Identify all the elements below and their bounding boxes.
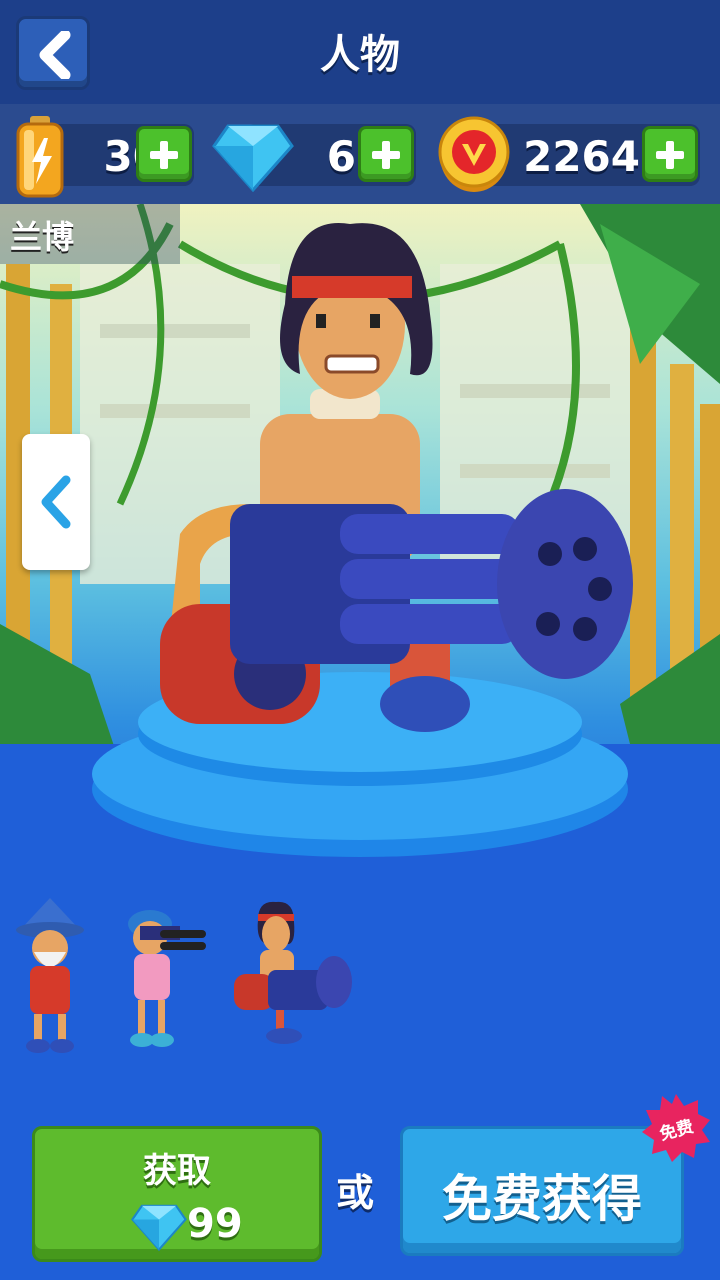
coin-icon [438, 116, 510, 192]
buy-label: 获取 [143, 1151, 211, 1191]
character-thumb-gunner[interactable] [110, 890, 210, 1060]
character-thumb-rambo[interactable] [228, 890, 358, 1060]
header: 人物 [0, 0, 720, 104]
free-badge: 免费 [640, 1092, 712, 1164]
add-coins-button[interactable] [642, 126, 698, 182]
rambo-character-icon [234, 901, 352, 1044]
gem-value: 6 [326, 132, 356, 181]
wizard-character-icon [16, 898, 84, 1053]
rambo-character-model [160, 223, 633, 732]
diamond-icon [131, 1204, 187, 1251]
coin-value: 2264 [523, 132, 640, 181]
character-name-tag: 兰博 [0, 204, 180, 264]
add-gems-button[interactable] [358, 126, 414, 182]
free-label: 免费获得 [442, 1170, 642, 1228]
page-title: 人物 [320, 32, 400, 78]
previous-character-button[interactable] [22, 434, 90, 570]
buy-price: 99 [187, 1201, 243, 1247]
diamond-icon [212, 124, 294, 192]
battery-icon [16, 116, 64, 198]
gunner-character-icon [128, 910, 206, 1047]
chevron-left-icon [41, 475, 71, 529]
character-showcase: 兰博 [0, 204, 720, 894]
currency-bar: 30 6 2264 [0, 104, 720, 204]
character-name: 兰博 [10, 218, 75, 256]
buy-with-gems-button[interactable]: 获取 99 [32, 1126, 322, 1262]
or-separator: 或 [336, 1171, 375, 1215]
add-energy-button[interactable] [136, 126, 192, 182]
character-thumb-wizard[interactable] [10, 890, 110, 1060]
